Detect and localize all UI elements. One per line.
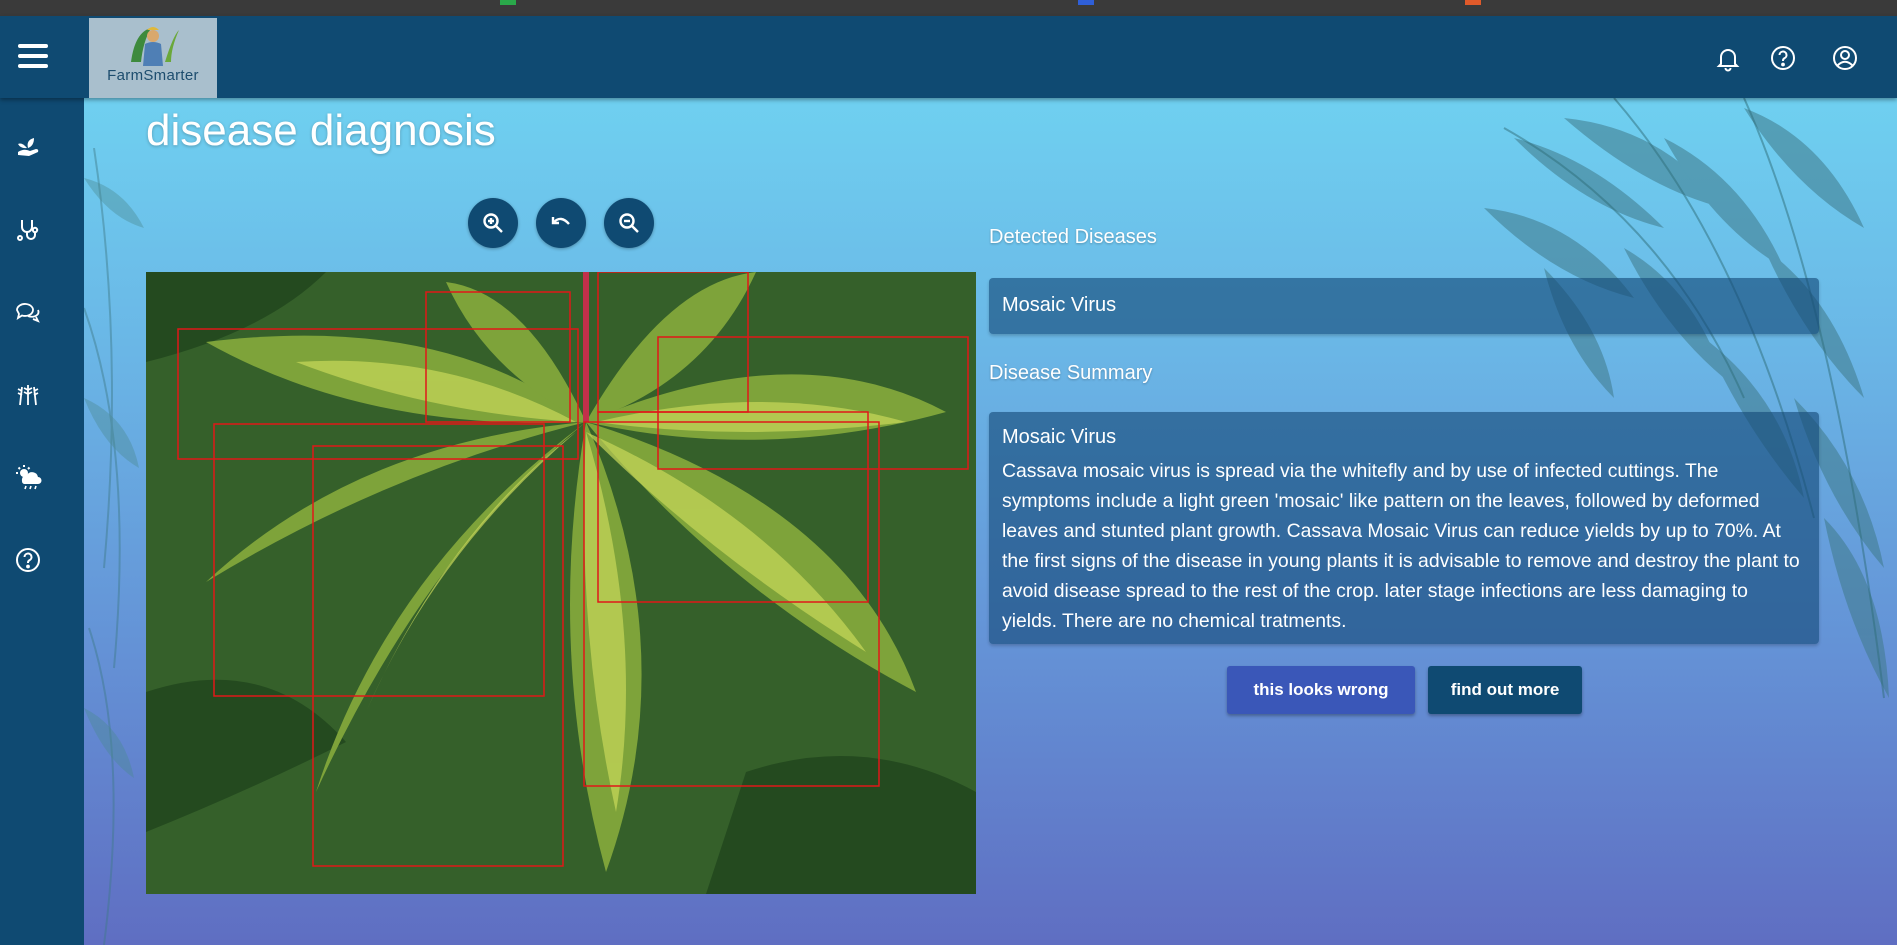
diagnosed-plant-image[interactable] <box>146 272 976 894</box>
account-circle-icon[interactable] <box>1831 44 1859 72</box>
detected-diseases-label: Detected Diseases <box>989 226 1157 248</box>
browser-top-strip <box>0 0 1897 16</box>
reset-view-button[interactable] <box>536 198 586 248</box>
help-circle-icon[interactable] <box>1769 44 1797 72</box>
chat-bubbles-icon[interactable] <box>14 298 42 326</box>
zoom-out-button[interactable] <box>604 198 654 248</box>
summary-text: Cassava mosaic virus is spread via the w… <box>1002 460 1800 632</box>
tab-indicator <box>1078 0 1094 5</box>
disease-summary-label: Disease Summary <box>989 362 1153 384</box>
detected-disease-item[interactable]: Mosaic Virus <box>989 278 1819 334</box>
tab-indicator <box>1465 0 1481 5</box>
disease-summary-panel: Mosaic Virus Cassava mosaic virus is spr… <box>989 412 1819 644</box>
find-out-more-button[interactable]: find out more <box>1428 666 1582 714</box>
foliage-background-left <box>84 148 144 945</box>
zoom-in-button[interactable] <box>468 198 518 248</box>
menu-icon[interactable] <box>18 44 48 70</box>
plant-hand-icon[interactable] <box>14 134 42 162</box>
tab-indicator <box>500 0 516 5</box>
undo-icon <box>551 217 570 225</box>
bell-icon[interactable] <box>1714 44 1742 72</box>
app-header: FarmSmarter <box>0 16 1897 98</box>
page-title: disease diagnosis <box>146 106 496 155</box>
weather-sun-rain-icon[interactable] <box>14 463 42 491</box>
sidebar <box>0 98 84 945</box>
farmer-logo-icon <box>131 27 179 66</box>
brand-text: FarmSmarter <box>107 67 199 84</box>
main-content: disease diagnosis Detected Diseases Mosa… <box>84 98 1897 945</box>
detected-disease-name: Mosaic Virus <box>1002 294 1117 316</box>
stethoscope-icon[interactable] <box>14 216 42 244</box>
summary-title: Mosaic Virus <box>1002 426 1117 448</box>
zoom-in-icon <box>483 213 503 233</box>
cassava-leaf-photo <box>146 272 976 894</box>
help-circle-icon[interactable] <box>14 546 42 574</box>
zoom-out-icon <box>619 213 639 233</box>
this-looks-wrong-button[interactable]: this looks wrong <box>1227 666 1415 714</box>
wheat-icon[interactable] <box>14 381 42 409</box>
farmsmarter-logo[interactable]: FarmSmarter <box>89 18 217 98</box>
